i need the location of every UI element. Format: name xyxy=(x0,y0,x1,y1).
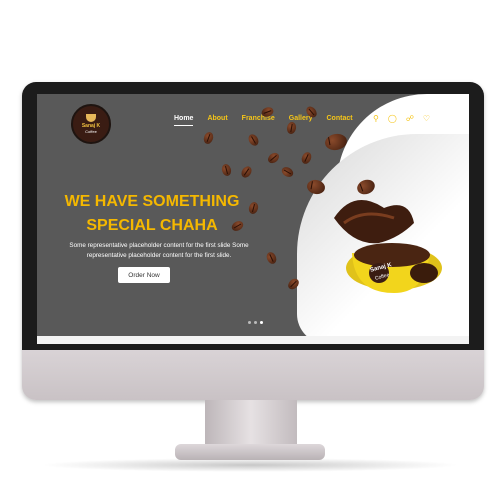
coffee-cup-icon xyxy=(86,114,96,122)
site-logo[interactable]: Sanaj K Coffee xyxy=(71,104,111,144)
coffee-bean-image xyxy=(280,165,295,179)
coffee-bean-image xyxy=(299,150,314,166)
search-icon[interactable]: ⚲ xyxy=(373,114,379,123)
coffee-bean-image xyxy=(239,164,254,180)
coffee-mug-image xyxy=(334,200,442,293)
user-icon[interactable]: ◯ xyxy=(388,114,397,123)
nav-about[interactable]: About xyxy=(207,115,227,126)
hero-headline-line-1: WE HAVE SOMETHING xyxy=(64,193,240,210)
website-screen: Sanaj K Coffee Home About Franchise Gall… xyxy=(37,94,469,344)
order-now-button[interactable]: Order Now xyxy=(118,267,170,283)
nav-contact[interactable]: Contact xyxy=(327,115,353,126)
carousel-dot-2[interactable] xyxy=(254,321,257,324)
cart-icon[interactable]: ☍ xyxy=(406,114,414,123)
nav-home[interactable]: Home xyxy=(174,115,194,126)
coffee-bean-image xyxy=(202,130,215,146)
coffee-bean-image xyxy=(220,163,233,177)
hero-subtitle: Some representative placeholder content … xyxy=(69,242,249,259)
coffee-bean-image xyxy=(266,150,281,166)
monitor-shadow xyxy=(40,458,460,472)
heart-icon[interactable]: ♡ xyxy=(423,114,430,123)
coffee-bean-image xyxy=(286,121,297,135)
screen-bottom-strip xyxy=(37,336,469,344)
logo-tagline: Coffee xyxy=(85,129,97,134)
carousel-indicators xyxy=(248,321,263,324)
hero-headline-line-2: SPECIAL CHAHA xyxy=(86,217,218,234)
main-nav: Home About Franchise Gallery Contact xyxy=(174,115,353,126)
nav-franchise[interactable]: Franchise xyxy=(242,115,275,126)
monitor-stand-base xyxy=(175,444,325,460)
monitor-chin xyxy=(22,350,484,400)
carousel-dot-1[interactable] xyxy=(248,321,251,324)
carousel-dot-3[interactable] xyxy=(260,321,263,324)
coffee-bean-image xyxy=(246,132,261,148)
header-icons: ⚲ ◯ ☍ ♡ xyxy=(373,114,430,123)
hero-headline: WE HAVE SOMETHING SPECIAL CHAHA xyxy=(37,190,267,238)
